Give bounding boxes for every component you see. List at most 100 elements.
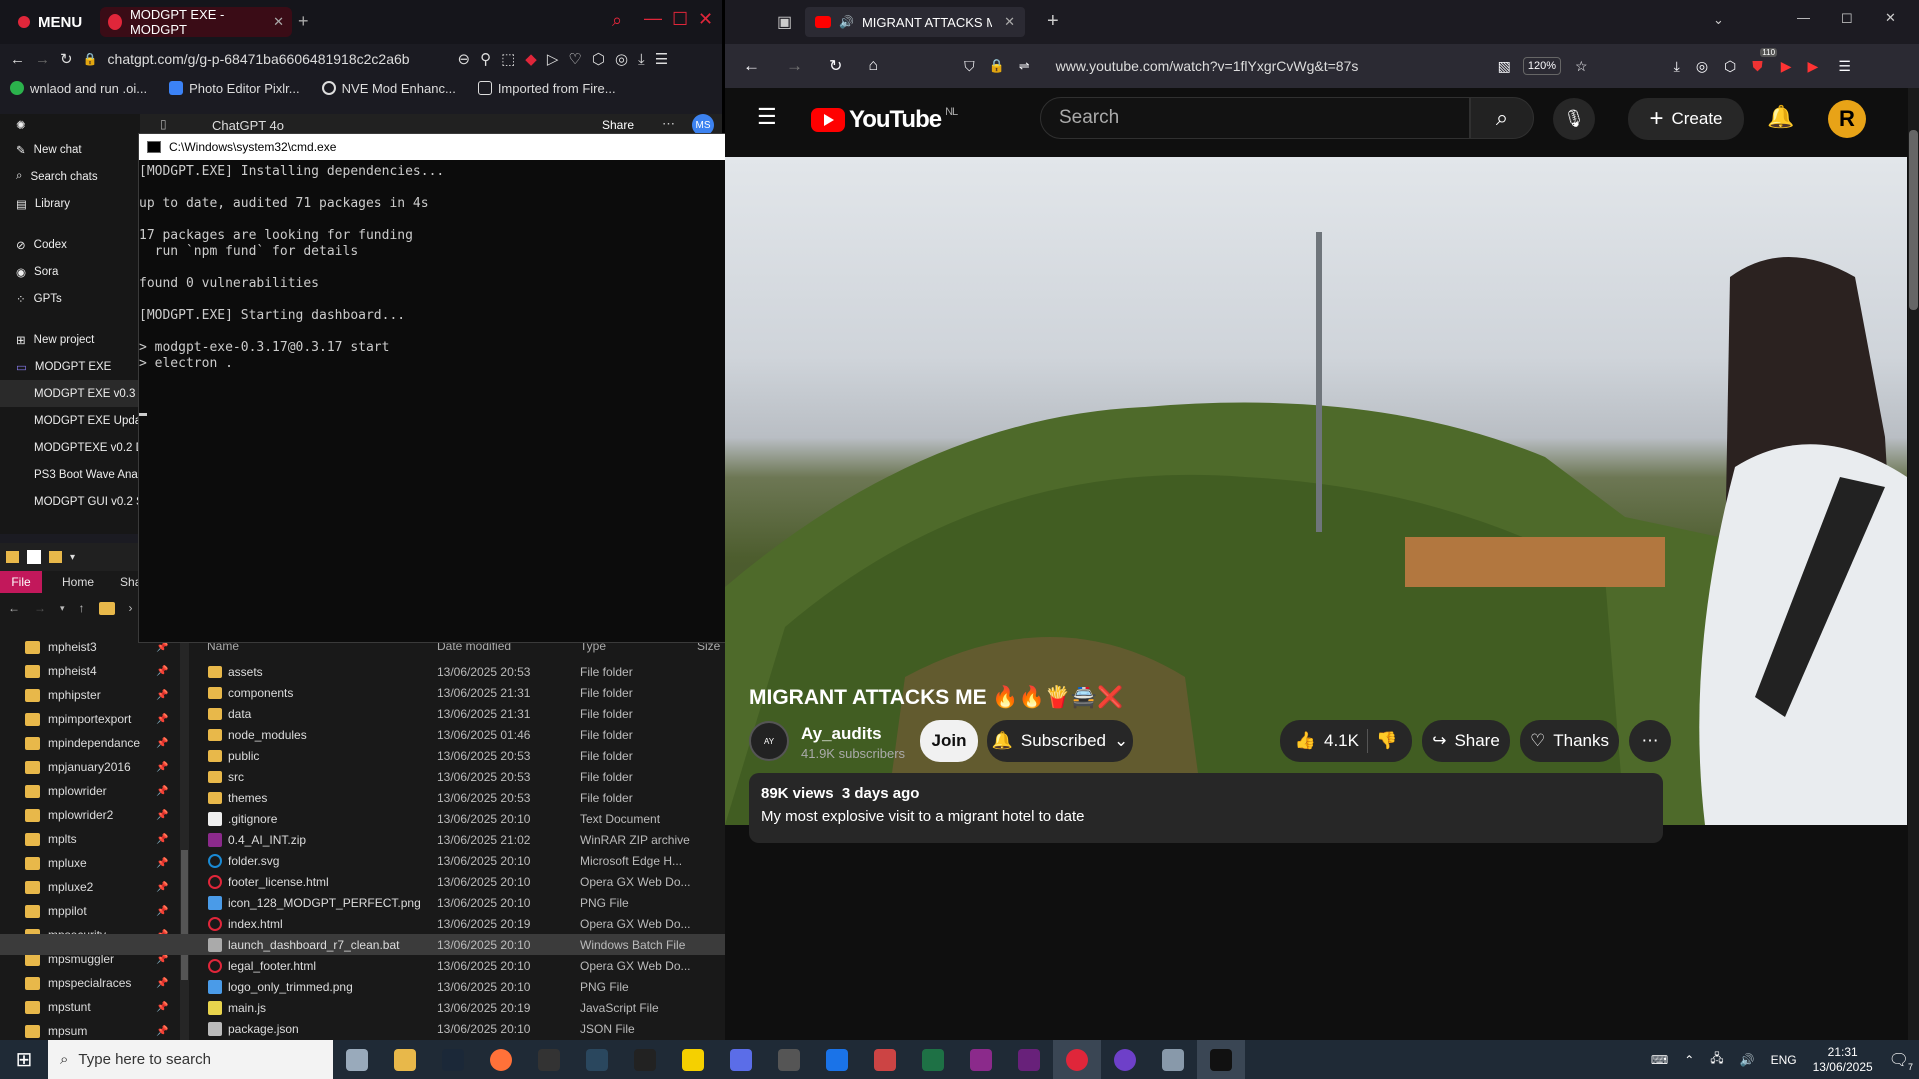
minimize-icon[interactable]: — [1797, 10, 1810, 25]
app-menu-icon[interactable]: ☰ [1838, 58, 1851, 75]
ribbon-tab-home[interactable]: Home [42, 575, 94, 589]
up-icon[interactable]: ↑ [79, 601, 85, 615]
file-row[interactable]: launch_dashboard_r7_clean.bat 13/06/2025 … [0, 934, 725, 955]
snapshot-icon[interactable]: ⬚ [501, 50, 515, 68]
sidebar-item-codex[interactable]: ⊘ Codex [0, 231, 140, 258]
play-icon[interactable]: ▷ [547, 50, 559, 68]
start-button[interactable]: ⊞ [0, 1040, 48, 1079]
taskbar-app[interactable] [909, 1040, 957, 1079]
description-box[interactable]: 89K views 3 days ago My most explosive v… [749, 773, 1663, 843]
opera-url[interactable]: chatgpt.com/g/g-p-68471ba6606481918c2c2a… [108, 51, 448, 67]
model-selector[interactable]: ChatGPT 4o [212, 118, 284, 133]
forward-icon[interactable]: → [786, 56, 803, 76]
sidebar-item-library[interactable]: ▤ Library [0, 190, 140, 217]
file-row[interactable]: footer_license.html 13/06/2025 20:10 Opera… [0, 871, 725, 892]
taskbar-app[interactable] [765, 1040, 813, 1079]
show-hidden-icons[interactable]: ⌃ [1684, 1053, 1694, 1067]
forward-icon[interactable]: → [34, 601, 46, 615]
youtube-search-input[interactable]: Search [1040, 97, 1470, 139]
taskbar-app[interactable] [717, 1040, 765, 1079]
project-chat-item[interactable]: MODGPTEXE v0.2 Dev [0, 434, 140, 461]
account-icon[interactable]: ◎ [1696, 58, 1708, 75]
reload-icon[interactable]: ↻ [60, 50, 73, 68]
clock[interactable]: 21:31 13/06/2025 [1813, 1045, 1873, 1075]
user-avatar[interactable]: R [1828, 100, 1866, 138]
file-row[interactable]: main.js 13/06/2025 20:19 JavaScript File [0, 997, 725, 1018]
file-row[interactable]: logo_only_trimmed.png 13/06/2025 20:10 PNG… [0, 976, 725, 997]
back-icon[interactable]: ← [8, 601, 20, 615]
taskbar-app[interactable] [1197, 1040, 1245, 1079]
file-row[interactable]: icon_128_MODGPT_PERFECT.png 13/06/2025 20… [0, 892, 725, 913]
join-button[interactable]: Join [920, 720, 978, 762]
account-icon[interactable]: ◎ [615, 50, 628, 68]
minimize-icon[interactable]: — [644, 8, 662, 29]
pin-icon[interactable]: ⚲ [480, 50, 491, 68]
ribbon-tab-file[interactable]: File [0, 571, 42, 593]
sidebar-toggle-icon[interactable]: ▯ [160, 117, 167, 131]
file-row[interactable]: 0.4_AI_INT.zip 13/06/2025 21:02 WinRAR ZIP… [0, 829, 725, 850]
guide-menu-icon[interactable]: ☰ [757, 104, 777, 130]
file-row[interactable]: package.json 13/06/2025 20:10 JSON File [0, 1018, 725, 1039]
file-row[interactable]: legal_footer.html 13/06/2025 20:10 Opera G… [0, 955, 725, 976]
close-tab-icon[interactable]: ✕ [1004, 14, 1015, 30]
zoom-icon[interactable]: ⊖ [458, 50, 471, 68]
search-icon[interactable]: ⌕ [612, 10, 622, 31]
sidebar-item-new-chat[interactable]: ✎ New chat [0, 136, 140, 163]
file-row[interactable]: themes 13/06/2025 20:53 File folder [0, 787, 725, 808]
taskbar-app[interactable] [1101, 1040, 1149, 1079]
customize-toolbar-icon[interactable]: ▾ [70, 552, 75, 563]
taskbar-app[interactable] [1005, 1040, 1053, 1079]
downloads-icon[interactable]: ⤓ [1674, 58, 1680, 75]
tab-overview-icon[interactable]: ▣ [777, 12, 792, 32]
channel-name[interactable]: Ay_audits [801, 724, 882, 744]
file-row[interactable]: node_modules 13/06/2025 01:46 File folder [0, 724, 725, 745]
youtube-logo[interactable]: YouTube NL [811, 106, 958, 134]
sidebar-item-project[interactable]: ▭ MODGPT EXE [0, 353, 140, 380]
taskbar-app[interactable] [525, 1040, 573, 1079]
back-icon[interactable]: ← [10, 51, 25, 68]
file-row[interactable]: src 13/06/2025 20:53 File folder [0, 766, 725, 787]
bookmark-item[interactable]: Imported from Fire... [477, 81, 616, 96]
download-icon[interactable]: ⤓ [638, 51, 645, 68]
lock-icon[interactable]: 🔒 [989, 58, 1005, 74]
notifications-bell-icon[interactable]: 🔔 [1767, 104, 1794, 130]
properties-icon[interactable] [27, 550, 41, 564]
file-row[interactable]: components 13/06/2025 21:31 File folder [0, 682, 725, 703]
taskbar-app[interactable] [1149, 1040, 1197, 1079]
youtube-ext2-icon[interactable]: ▶ [1808, 58, 1819, 75]
close-window-icon[interactable]: ✕ [698, 9, 713, 30]
thanks-button[interactable]: ♡ Thanks [1520, 720, 1619, 762]
file-row[interactable]: folder.svg 13/06/2025 20:10 Microsoft Edge… [0, 850, 725, 871]
list-all-tabs-icon[interactable]: ⌄ [1713, 12, 1724, 28]
taskbar-search[interactable]: ⌕ Type here to search [48, 1040, 333, 1079]
opera-menu-button[interactable]: MENU [8, 8, 92, 36]
maximize-icon[interactable]: ☐ [672, 9, 688, 30]
like-button[interactable]: 👍 [1295, 731, 1316, 751]
close-window-icon[interactable]: ✕ [1885, 10, 1896, 26]
project-chat-item[interactable]: MODGPT GUI v0.2 Set [0, 488, 140, 515]
pin-icon[interactable]: 📌 [156, 642, 168, 653]
extensions-icon[interactable]: ⬡ [1724, 58, 1736, 75]
sidebar-logo[interactable]: ✺ [0, 114, 140, 136]
zoom-badge[interactable]: 120% [1522, 57, 1562, 75]
project-chat-item[interactable]: MODGPT EXE v0.3 Co [0, 380, 140, 407]
taskbar-app[interactable] [477, 1040, 525, 1079]
ublock-icon[interactable]: ⛊ 110 [1752, 47, 1778, 75]
file-row[interactable]: index.html 13/06/2025 20:19 Opera GX Web D… [0, 913, 725, 934]
taskbar-app[interactable] [1053, 1040, 1101, 1079]
language-indicator[interactable]: ENG [1771, 1053, 1797, 1067]
taskbar-app[interactable] [621, 1040, 669, 1079]
sidebar-item-new-project[interactable]: ⊞ New project [0, 326, 140, 353]
project-chat-item[interactable]: PS3 Boot Wave Analys [0, 461, 140, 488]
reload-icon[interactable]: ↻ [829, 56, 842, 76]
breadcrumb-chevron-icon[interactable]: › [129, 601, 133, 615]
subscribed-button[interactable]: 🔔 Subscribed ⌄ [987, 720, 1133, 762]
recent-locations-icon[interactable]: ▾ [60, 603, 65, 614]
sidebar-item-gpts[interactable]: ⁘ GPTs [0, 285, 140, 312]
home-icon[interactable]: ⌂ [868, 57, 878, 75]
file-row[interactable]: public 13/06/2025 20:53 File folder [0, 745, 725, 766]
taskbar-app[interactable] [333, 1040, 381, 1079]
firefox-url[interactable]: www.youtube.com/watch?v=1flYxgrCvWg&t=87… [1056, 51, 1496, 81]
tracking-shield-icon[interactable]: ⛉ [964, 58, 975, 75]
share-button[interactable]: Share [602, 118, 634, 132]
